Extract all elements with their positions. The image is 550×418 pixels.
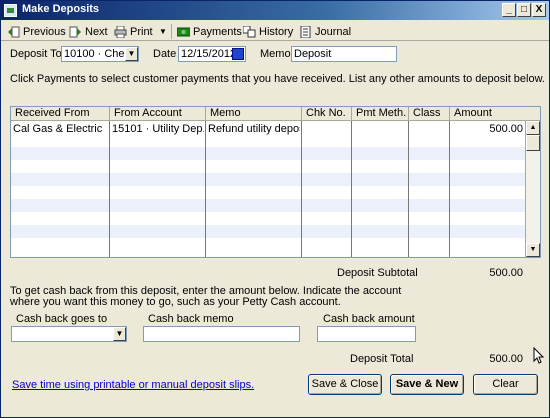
deposit-to-value: 10100 · Che... [64, 48, 134, 60]
column-divider [301, 121, 302, 257]
clear-button[interactable]: Clear [473, 374, 538, 395]
history-button[interactable]: History [242, 24, 294, 39]
payments-button[interactable]: Payments [176, 24, 242, 39]
deposits-table[interactable]: Received From From Account Memo Chk No. … [10, 106, 541, 258]
mouse-cursor-icon [533, 347, 545, 364]
chevron-down-icon[interactable]: ▼ [125, 47, 138, 61]
column-header-chk-no[interactable]: Chk No. [302, 107, 352, 121]
deposit-total-label: Deposit Total [350, 353, 414, 365]
date-field[interactable]: 12/15/2012 [178, 46, 246, 62]
column-header-class[interactable]: Class [409, 107, 450, 121]
table-scrollbar[interactable]: ▲ ▼ [525, 121, 540, 257]
save-new-button[interactable]: Save & New [390, 374, 464, 395]
memo-label: Memo [260, 48, 291, 60]
instructions-text: Click Payments to select customer paymen… [10, 73, 545, 85]
deposit-subtotal-value: 500.00 [489, 267, 523, 279]
minimize-button[interactable]: _ [502, 3, 516, 17]
calendar-icon[interactable] [232, 48, 244, 60]
date-label: Date [153, 48, 177, 60]
deposit-to-select[interactable]: 10100 · Che... ▼ [61, 46, 139, 62]
cashback-goes-to-label: Cash back goes to [16, 313, 108, 325]
deposit-to-label: Deposit To [10, 48, 62, 60]
toolbar: Previous Next Print ▼ Payments History J… [1, 21, 549, 41]
history-icon [242, 25, 256, 38]
window-title: Make Deposits [22, 3, 100, 15]
save-close-button[interactable]: Save & Close [308, 374, 382, 395]
previous-label: Previous [23, 25, 66, 38]
close-button[interactable]: X [532, 3, 546, 17]
column-header-memo[interactable]: Memo [206, 107, 302, 121]
history-label: History [259, 25, 294, 38]
column-divider [205, 121, 206, 257]
cell-from-account[interactable]: 15101 · Utility Dep... [112, 123, 204, 136]
cell-received-from[interactable]: Cal Gas & Electric [13, 123, 102, 136]
payments-icon [176, 26, 191, 38]
next-label: Next [85, 25, 108, 38]
memo-value: Deposit [294, 48, 332, 60]
deposit-slips-link[interactable]: Save time using printable or manual depo… [12, 379, 254, 391]
payments-label: Payments [193, 25, 242, 38]
column-header-pmt-meth[interactable]: Pmt Meth. [352, 107, 409, 121]
print-dropdown-icon[interactable]: ▼ [159, 24, 167, 39]
previous-button[interactable]: Previous [7, 24, 66, 39]
deposit-subtotal-label: Deposit Subtotal [337, 267, 418, 279]
make-deposits-window: Make Deposits _ □ X Previous Next Print … [0, 0, 550, 418]
cashback-memo-label: Cash back memo [148, 313, 234, 325]
print-button[interactable]: Print [114, 24, 153, 39]
scroll-thumb[interactable] [526, 135, 540, 151]
date-value: 12/15/2012 [181, 48, 237, 60]
title-bar[interactable]: Make Deposits _ □ X [1, 1, 549, 20]
journal-button[interactable]: Journal [299, 24, 351, 39]
printer-icon [114, 25, 127, 38]
column-divider [351, 121, 352, 257]
cashback-account-select[interactable]: ▼ [11, 326, 127, 342]
column-header-from-account[interactable]: From Account [110, 107, 206, 121]
cell-amount[interactable]: 500.00 [451, 123, 523, 136]
column-divider [109, 121, 110, 257]
print-label: Print [130, 25, 153, 38]
next-button[interactable]: Next [69, 24, 108, 39]
previous-icon [7, 26, 20, 38]
maximize-button[interactable]: □ [517, 3, 531, 17]
next-icon [69, 26, 82, 38]
column-header-amount[interactable]: Amount [450, 107, 540, 121]
scroll-up-icon[interactable]: ▲ [526, 121, 540, 135]
memo-field[interactable]: Deposit [291, 46, 397, 62]
cell-memo[interactable]: Refund utility deposit [208, 123, 300, 136]
journal-label: Journal [315, 25, 352, 38]
column-header-received-from[interactable]: Received From [11, 107, 110, 121]
cashback-instructions-line2: where you want this money to go, such as… [10, 296, 341, 308]
chevron-down-icon[interactable]: ▼ [113, 327, 126, 341]
app-icon [4, 4, 17, 17]
column-divider [449, 121, 450, 257]
deposit-total-value: 500.00 [489, 353, 523, 365]
toolbar-separator [171, 24, 172, 39]
cashback-memo-field[interactable] [143, 326, 300, 342]
scroll-down-icon[interactable]: ▼ [526, 243, 540, 257]
journal-icon [299, 25, 312, 38]
cashback-amount-field[interactable] [317, 326, 416, 342]
column-divider [408, 121, 409, 257]
cashback-amount-label: Cash back amount [323, 313, 415, 325]
